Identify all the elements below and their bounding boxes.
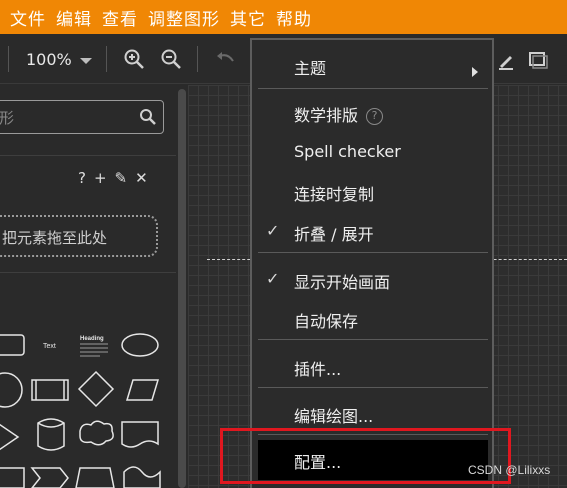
- shape-search-input[interactable]: 形: [0, 100, 164, 134]
- menu-divider: [258, 88, 488, 89]
- menu-divider: [258, 252, 488, 253]
- parallelogram-shape[interactable]: [125, 379, 160, 401]
- panel-divider: [0, 272, 176, 273]
- menu-item-label: 折叠 / 展开: [294, 225, 374, 244]
- step-box-shape[interactable]: [0, 467, 25, 488]
- document-shape[interactable]: [121, 421, 159, 448]
- menu-file[interactable]: 文件: [10, 5, 46, 30]
- step-shape[interactable]: [30, 467, 69, 488]
- rounded-rect-shape[interactable]: [0, 334, 25, 356]
- format-panel-icon[interactable]: [528, 50, 548, 70]
- ellipse-shape[interactable]: [121, 333, 159, 357]
- menu-item-show-start-screen[interactable]: ✓ 显示开始画面: [252, 262, 492, 298]
- scratchpad-drop-zone[interactable]: 把元素拖至此处: [0, 215, 158, 257]
- text-shape[interactable]: Text: [43, 343, 56, 350]
- undo-icon[interactable]: [214, 48, 236, 70]
- menu-item-label: 显示开始画面: [294, 273, 391, 292]
- menu-extras[interactable]: 其它: [230, 5, 266, 30]
- add-icon[interactable]: +: [94, 169, 107, 187]
- checkmark-icon: ✓: [266, 269, 280, 288]
- menu-item-label: Spell checker: [294, 142, 401, 161]
- toolbar-divider: [8, 46, 9, 72]
- scrollbar-thumb[interactable]: [178, 89, 186, 488]
- checkmark-icon: ✓: [266, 221, 280, 240]
- toolbar-divider: [197, 46, 198, 72]
- shape-library: Text Heading: [0, 333, 161, 488]
- heading-shape[interactable]: Heading: [80, 336, 104, 342]
- menu-edit[interactable]: 编辑: [56, 5, 92, 30]
- menu-divider: [258, 339, 488, 340]
- menu-item-label: 连接时复制: [294, 185, 375, 204]
- menu-item-edit-diagram[interactable]: 编辑绘图...: [252, 396, 492, 432]
- menu-item-math-typesetting[interactable]: 数学排版?: [252, 95, 492, 131]
- menu-item-copy-on-connect[interactable]: 连接时复制: [252, 174, 492, 210]
- scratchpad-tools: ? + ✎ ✕: [78, 169, 148, 187]
- menu-item-label: 编辑绘图...: [294, 407, 374, 426]
- extras-dropdown-menu: 主题 数学排版? Spell checker 连接时复制 ✓ 折叠 / 展开 ✓…: [250, 38, 494, 488]
- menu-item-label: 数学排版?: [294, 102, 384, 126]
- cloud-shape[interactable]: [79, 420, 114, 446]
- menu-item-autosave[interactable]: 自动保存: [252, 301, 492, 337]
- menu-divider: [258, 387, 488, 388]
- help-icon[interactable]: ?: [78, 169, 86, 187]
- menu-item-spell-checker[interactable]: Spell checker: [252, 135, 492, 171]
- panel-divider: [0, 155, 176, 156]
- zoom-dropdown-icon[interactable]: [80, 58, 92, 64]
- menu-item-label: 插件...: [294, 360, 342, 379]
- menu-bar: 文件 编辑 查看 调整图形 其它 帮助: [0, 0, 567, 34]
- help-icon[interactable]: ?: [366, 108, 384, 125]
- trapezoid-shape[interactable]: [75, 467, 115, 488]
- shapes-sidebar: 形 ? + ✎ ✕ 把元素拖至此处 Text Heading: [0, 85, 176, 488]
- edit-style-icon[interactable]: [496, 50, 516, 70]
- menu-item-label: 主题: [294, 59, 327, 78]
- menu-view[interactable]: 查看: [102, 5, 138, 30]
- menu-arrange[interactable]: 调整图形: [148, 5, 220, 30]
- toolbar-divider: [106, 46, 107, 72]
- close-icon[interactable]: ✕: [135, 169, 148, 187]
- submenu-arrow-icon: [472, 67, 478, 77]
- circle-shape[interactable]: [0, 372, 23, 408]
- menu-item-plugins[interactable]: 插件...: [252, 349, 492, 385]
- zoom-in-icon[interactable]: [123, 48, 145, 70]
- diamond-shape[interactable]: [77, 370, 115, 408]
- pencil-icon[interactable]: ✎: [115, 169, 128, 187]
- process-shape[interactable]: [31, 379, 69, 401]
- menu-item-label: 自动保存: [294, 312, 359, 331]
- tape-shape[interactable]: [123, 466, 161, 488]
- sidebar-scrollbar[interactable]: [177, 85, 187, 488]
- drop-zone-text: 把元素拖至此处: [2, 229, 108, 247]
- menu-item-collapse-expand[interactable]: ✓ 折叠 / 展开: [252, 214, 492, 250]
- zoom-value[interactable]: 100%: [26, 50, 72, 69]
- menu-help[interactable]: 帮助: [276, 5, 312, 30]
- search-icon[interactable]: [139, 108, 157, 126]
- cylinder-shape[interactable]: [37, 418, 65, 451]
- menu-item-theme[interactable]: 主题: [252, 48, 492, 84]
- search-placeholder: 形: [0, 109, 15, 127]
- zoom-out-icon[interactable]: [160, 48, 182, 70]
- triangle-shape[interactable]: [0, 422, 20, 452]
- watermark: CSDN @Lilixxs: [468, 463, 551, 477]
